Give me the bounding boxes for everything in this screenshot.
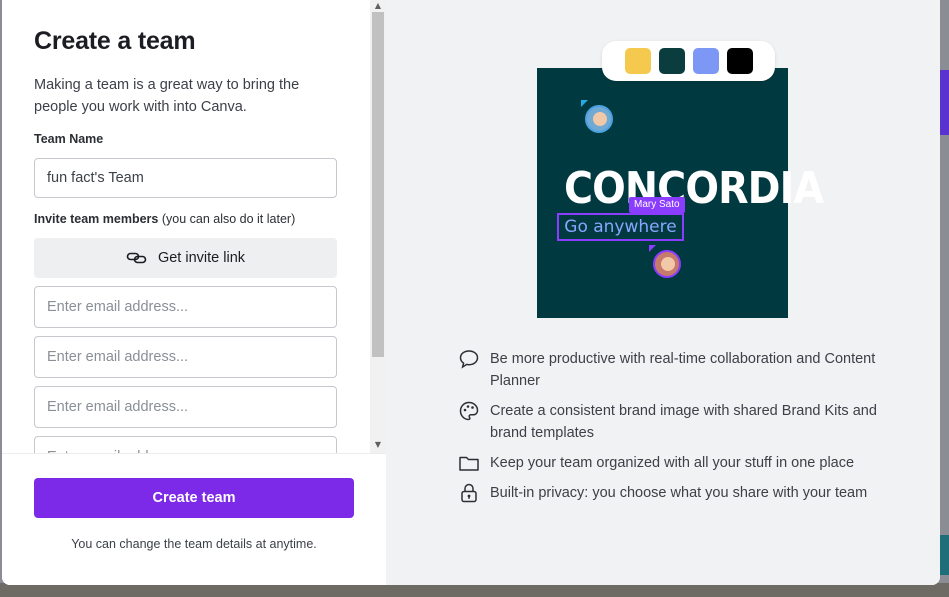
- feature-text: Keep your team organized with all your s…: [490, 455, 855, 471]
- color-swatch: [658, 48, 685, 74]
- scroll-up-arrow[interactable]: ▲: [370, 0, 386, 12]
- color-swatch: [624, 48, 651, 74]
- speech-bubble-icon: [459, 350, 479, 369]
- backdrop-bottom: [0, 583, 949, 597]
- invite-label-hint: (you can also do it later): [158, 212, 296, 226]
- collaborator-cursor: [581, 100, 588, 107]
- backdrop-strip: [939, 70, 949, 135]
- email-placeholder: Enter email address...: [47, 349, 189, 365]
- lock-icon: [461, 483, 477, 503]
- feature-item: Be more productive with real-time collab…: [458, 348, 878, 392]
- backdrop-strip: [939, 535, 949, 575]
- form-scrollbar[interactable]: ▲ ▼: [370, 0, 386, 453]
- brand-text: CONCORDIA: [564, 163, 824, 214]
- color-swatch: [726, 48, 753, 74]
- color-palette: [602, 41, 775, 81]
- feature-item: Create a consistent brand image with sha…: [458, 400, 878, 444]
- create-team-modal: Create a team Making a team is a great w…: [2, 0, 940, 585]
- team-name-label: Team Name: [34, 132, 104, 146]
- feature-item: Keep your team organized with all your s…: [458, 452, 878, 474]
- email-placeholder: Enter email address...: [47, 399, 189, 415]
- invite-label: Invite team members (you can also do it …: [34, 212, 295, 226]
- feature-text: Create a consistent brand image with sha…: [490, 403, 877, 441]
- feature-text: Built-in privacy: you choose what you sh…: [490, 485, 868, 501]
- folder-icon: [459, 456, 479, 471]
- scroll-down-arrow[interactable]: ▼: [370, 439, 386, 451]
- invite-label-main: Invite team members: [34, 212, 159, 226]
- modal-title: Create a team: [34, 27, 196, 55]
- link-icon: [126, 252, 147, 264]
- collaborator-cursor: [649, 245, 656, 252]
- email-input[interactable]: Enter email address...: [34, 286, 337, 328]
- feature-list: Be more productive with real-time collab…: [458, 348, 878, 512]
- feature-text: Be more productive with real-time collab…: [490, 351, 876, 389]
- footer-note: You can change the team details at anyti…: [71, 537, 317, 551]
- email-input[interactable]: Enter email address...: [34, 386, 337, 428]
- tagline-selection: Go anywhere: [557, 213, 684, 241]
- collaborator-name-tag: Mary Sato: [629, 197, 685, 213]
- color-swatch: [692, 48, 719, 74]
- team-name-input[interactable]: fun fact's Team: [34, 158, 337, 198]
- feature-item: Built-in privacy: you choose what you sh…: [458, 482, 878, 504]
- preview-panel: CONCORDIA Mary Sato Go anywhere Be more …: [386, 0, 940, 585]
- avatar-face: [661, 257, 675, 271]
- intro-text: Making a team is a great way to bring th…: [34, 77, 300, 115]
- palette-icon: [459, 401, 479, 421]
- email-placeholder: Enter email address...: [47, 299, 189, 315]
- invite-link-label: Get invite link: [157, 250, 246, 266]
- scrollbar-thumb[interactable]: [372, 12, 384, 357]
- avatar-face: [593, 112, 607, 126]
- avatar: [653, 250, 681, 278]
- avatar: [585, 105, 613, 133]
- modal-footer: Create team You can change the team deta…: [2, 453, 386, 585]
- form-scroll-area[interactable]: Create a team Making a team is a great w…: [2, 0, 370, 453]
- get-invite-link-button[interactable]: Get invite link: [34, 238, 337, 278]
- form-panel: Create a team Making a team is a great w…: [2, 0, 386, 585]
- email-input[interactable]: Enter email address...: [34, 436, 337, 453]
- design-preview-card: CONCORDIA Mary Sato Go anywhere: [537, 68, 824, 318]
- create-team-button[interactable]: Create team: [34, 478, 354, 518]
- email-input[interactable]: Enter email address...: [34, 336, 337, 378]
